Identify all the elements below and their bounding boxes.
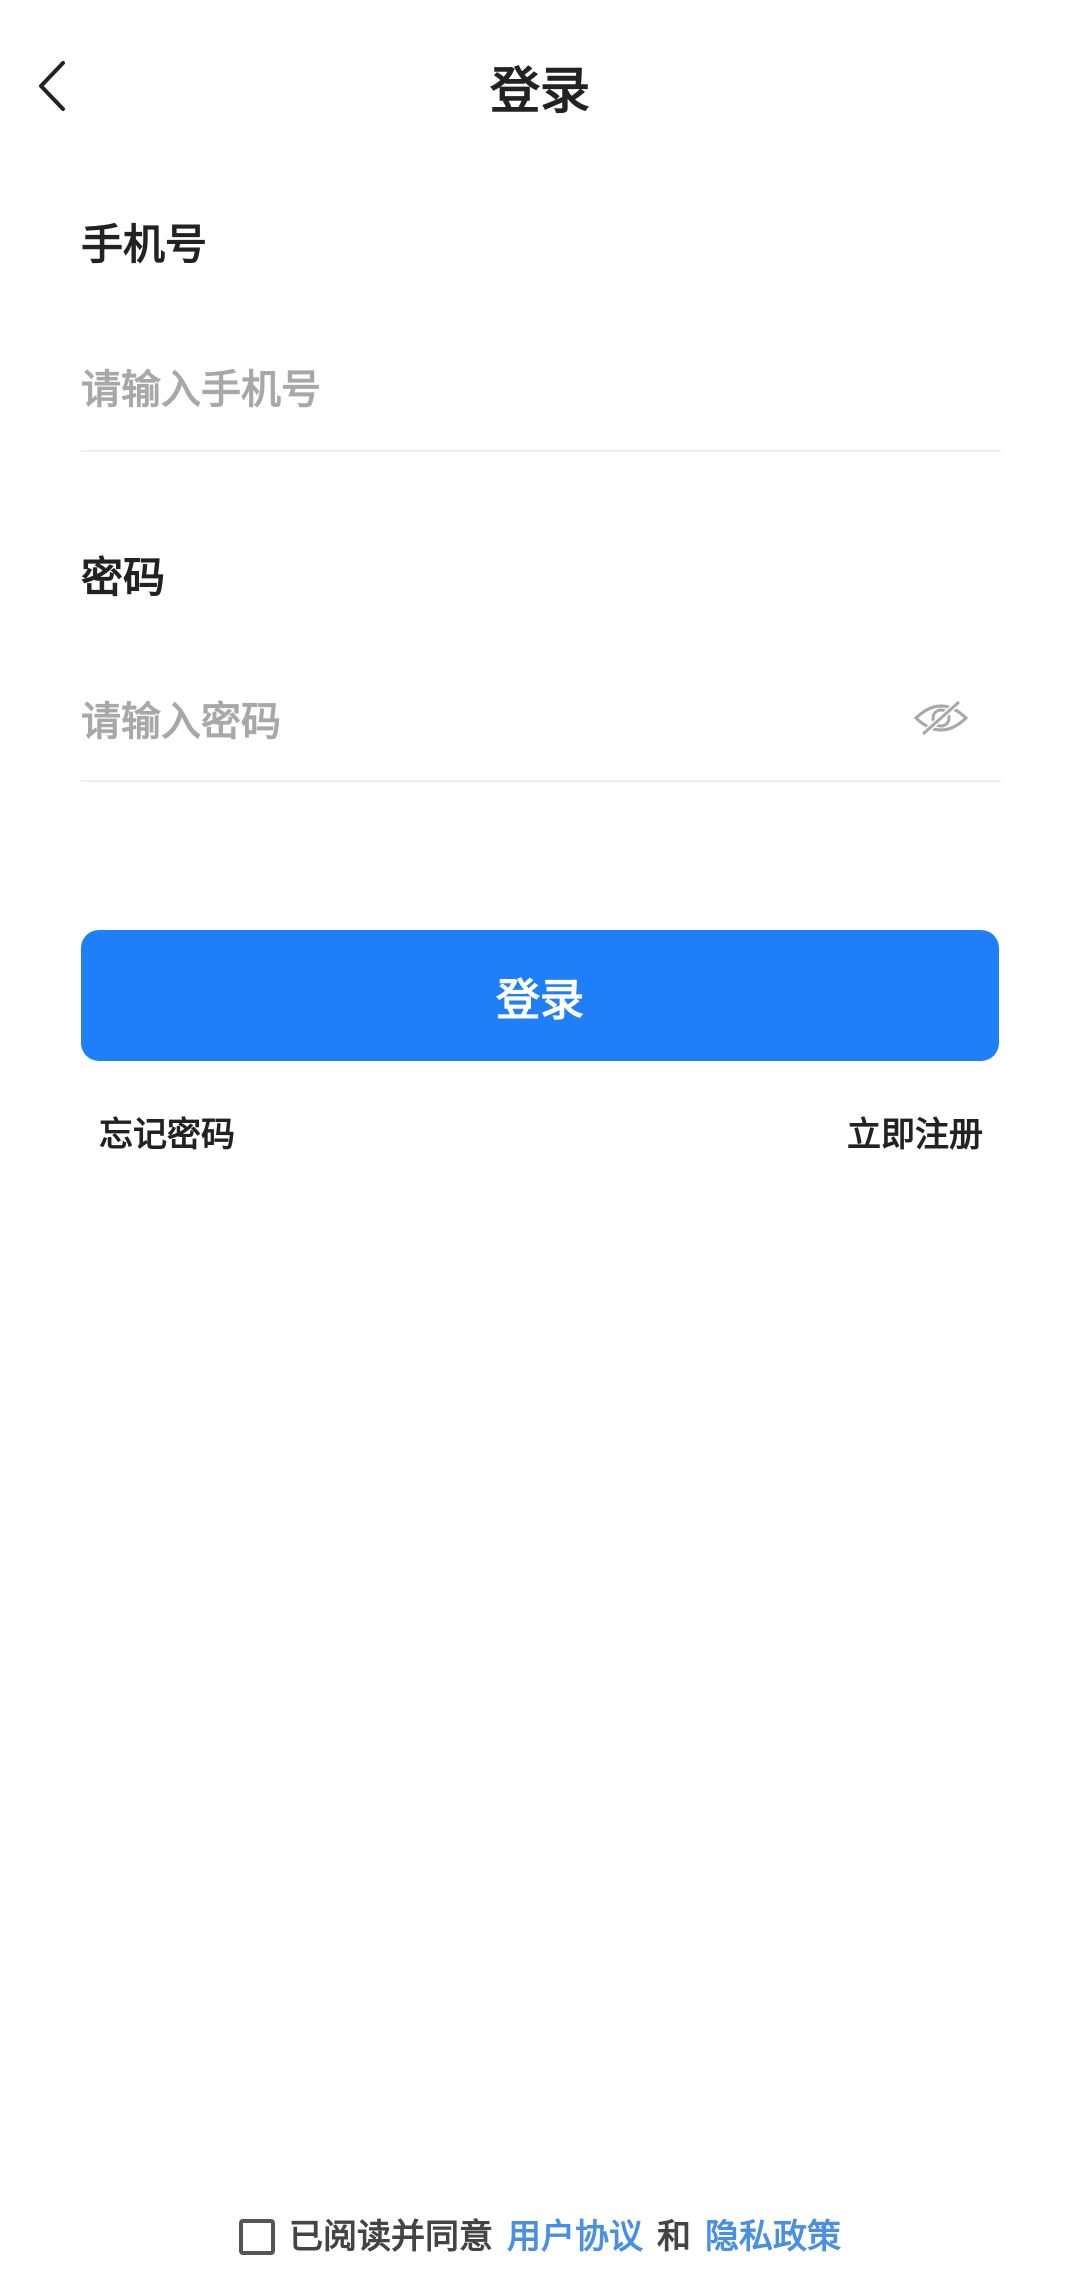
privacy-policy-link[interactable]: 隐私政策 [705,2212,841,2262]
phone-divider [81,450,1001,452]
login-button[interactable]: 登录 [81,930,999,1061]
agreement-and: 和 [657,2217,691,2257]
password-input[interactable] [81,677,901,767]
password-divider [81,780,1001,782]
header-bar: 登录 [0,0,1080,180]
password-label: 密码 [81,553,166,602]
agreement-prefix: 已阅读并同意 [289,2217,493,2257]
agreement-checkbox[interactable] [239,2219,275,2255]
eye-hidden-icon [913,698,969,742]
agreement-row: 已阅读并同意 用户协议 和 隐私政策 [0,2212,1080,2262]
register-link[interactable]: 立即注册 [847,1110,983,1160]
page-title: 登录 [490,62,590,120]
phone-input[interactable] [81,345,1001,435]
forgot-password-link[interactable]: 忘记密码 [99,1110,235,1160]
phone-label: 手机号 [81,220,208,269]
user-agreement-link[interactable]: 用户协议 [507,2212,643,2262]
password-visibility-toggle[interactable] [906,690,976,750]
